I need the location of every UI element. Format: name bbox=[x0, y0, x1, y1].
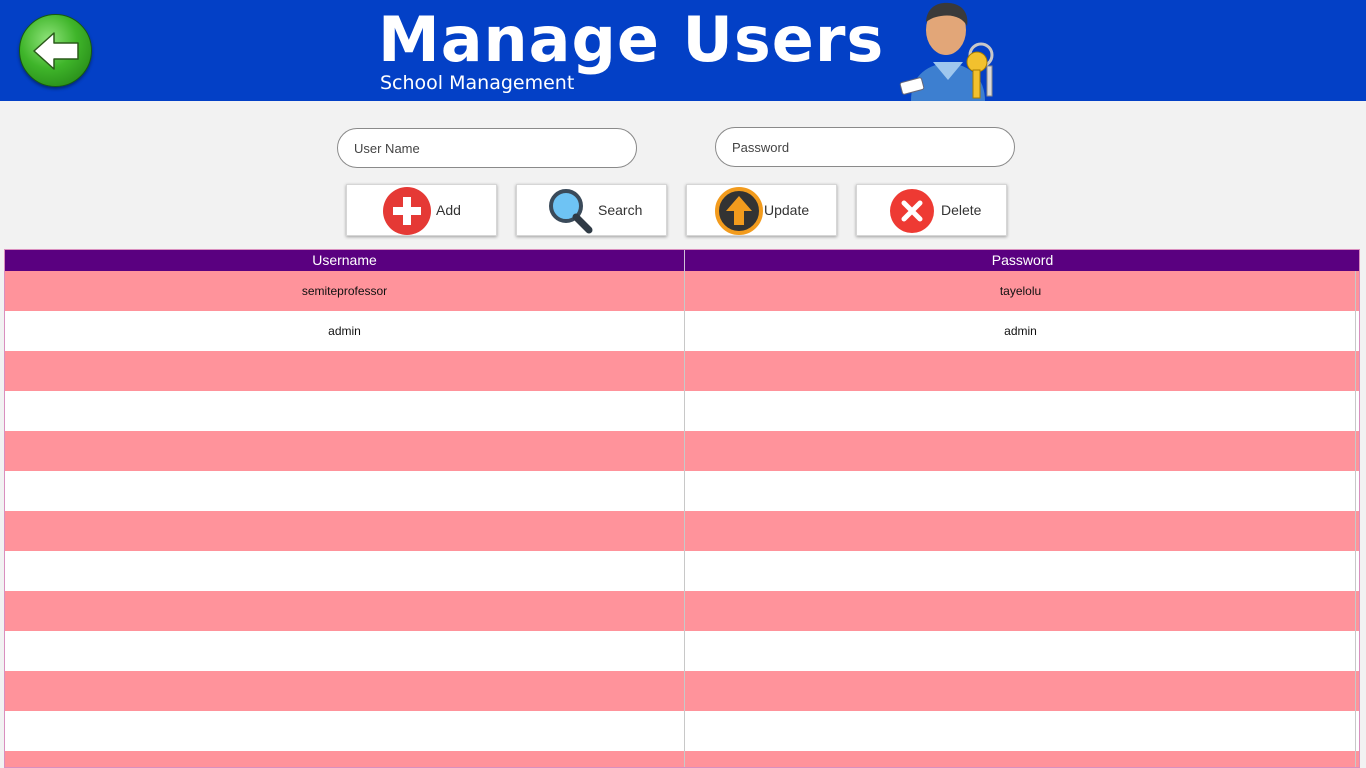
cell-username[interactable] bbox=[5, 591, 685, 631]
cell-username[interactable] bbox=[5, 711, 685, 751]
back-button[interactable] bbox=[19, 14, 92, 87]
cell-password[interactable] bbox=[686, 711, 1356, 751]
table-row[interactable] bbox=[5, 751, 1359, 767]
user-with-keys-icon bbox=[899, 2, 994, 101]
delete-button-label: Delete bbox=[941, 202, 982, 218]
cell-password[interactable] bbox=[686, 391, 1356, 431]
cell-username[interactable]: admin bbox=[5, 311, 685, 351]
table-row[interactable] bbox=[5, 511, 1359, 551]
magnifier-icon bbox=[549, 189, 593, 234]
table-row[interactable]: semiteprofessor tayelolu bbox=[5, 271, 1359, 311]
update-button-label: Update bbox=[764, 202, 810, 218]
table-row[interactable] bbox=[5, 351, 1359, 391]
cell-password[interactable]: admin bbox=[686, 311, 1356, 351]
table-row[interactable] bbox=[5, 391, 1359, 431]
table-header: Username Password bbox=[5, 250, 1359, 271]
table-row[interactable] bbox=[5, 631, 1359, 671]
app-header: Manage Users School Management bbox=[0, 0, 1366, 101]
cell-password[interactable] bbox=[686, 591, 1356, 631]
cell-password[interactable]: tayelolu bbox=[686, 271, 1356, 311]
table-row[interactable] bbox=[5, 711, 1359, 751]
plus-icon bbox=[383, 187, 431, 235]
password-input[interactable] bbox=[715, 127, 1015, 167]
add-button-label: Add bbox=[436, 202, 461, 218]
cell-password[interactable] bbox=[686, 471, 1356, 511]
add-button[interactable]: Add bbox=[346, 184, 497, 236]
table-row[interactable] bbox=[5, 671, 1359, 711]
cell-password[interactable] bbox=[686, 511, 1356, 551]
cell-password[interactable] bbox=[686, 631, 1356, 671]
table-row[interactable] bbox=[5, 431, 1359, 471]
close-x-icon bbox=[890, 189, 934, 233]
cell-username[interactable] bbox=[5, 471, 685, 511]
cell-username[interactable] bbox=[5, 751, 685, 767]
cell-username[interactable] bbox=[5, 351, 685, 391]
upload-arrow-icon bbox=[715, 187, 763, 235]
cell-password[interactable] bbox=[686, 551, 1356, 591]
back-arrow-icon bbox=[33, 32, 79, 70]
search-button[interactable]: Search bbox=[516, 184, 667, 236]
table-row[interactable] bbox=[5, 471, 1359, 511]
cell-username[interactable] bbox=[5, 511, 685, 551]
cell-password[interactable] bbox=[686, 671, 1356, 711]
table-row[interactable]: admin admin bbox=[5, 311, 1359, 351]
username-input[interactable] bbox=[337, 128, 637, 168]
page-subtitle: School Management bbox=[380, 72, 575, 94]
table-row[interactable] bbox=[5, 591, 1359, 631]
table-body: semiteprofessor tayelolu admin admin bbox=[5, 271, 1359, 767]
table-row[interactable] bbox=[5, 551, 1359, 591]
users-table: Username Password semiteprofessor tayelol… bbox=[4, 249, 1360, 768]
cell-username[interactable] bbox=[5, 631, 685, 671]
page-title: Manage Users bbox=[378, 3, 885, 76]
update-button[interactable]: Update bbox=[686, 184, 837, 236]
cell-username[interactable] bbox=[5, 671, 685, 711]
cell-password[interactable] bbox=[686, 751, 1356, 767]
cell-password[interactable] bbox=[686, 431, 1356, 471]
column-header-password[interactable]: Password bbox=[686, 250, 1359, 271]
cell-username[interactable] bbox=[5, 431, 685, 471]
delete-button[interactable]: Delete bbox=[856, 184, 1007, 236]
cell-username[interactable] bbox=[5, 391, 685, 431]
cell-username[interactable]: semiteprofessor bbox=[5, 271, 685, 311]
cell-username[interactable] bbox=[5, 551, 685, 591]
search-button-label: Search bbox=[598, 202, 643, 218]
column-header-username[interactable]: Username bbox=[5, 250, 685, 271]
cell-password[interactable] bbox=[686, 351, 1356, 391]
